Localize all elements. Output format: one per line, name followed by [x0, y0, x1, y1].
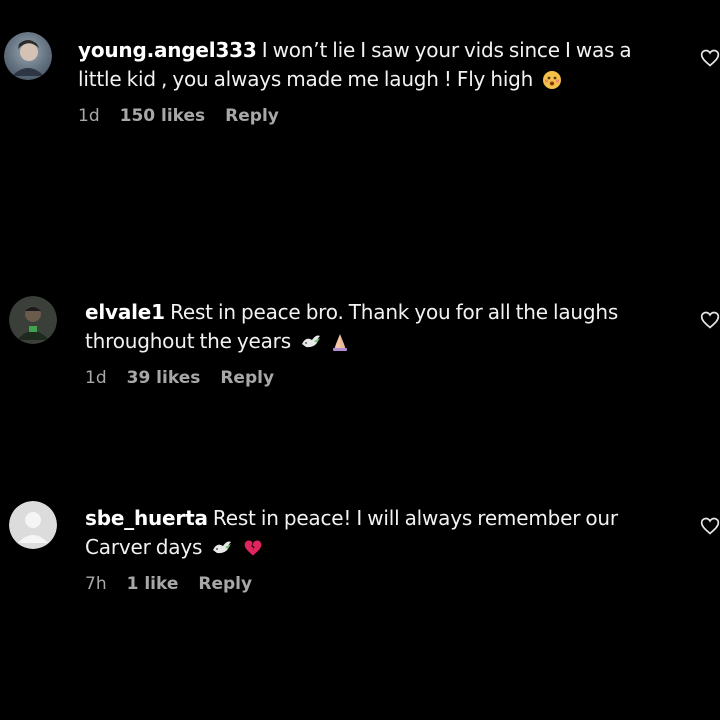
comment-text: sbe_huerta Rest in peace! I will always …	[85, 504, 685, 566]
comment-meta: 1d 150 likes Reply	[78, 106, 678, 126]
hot-face-emoji	[542, 69, 562, 98]
comment-body: elvale1 Rest in peace bro. Thank you for…	[85, 298, 685, 388]
comment-body: young.angel333 I won’t lie I saw your vi…	[78, 36, 678, 126]
timestamp: 1d	[85, 368, 107, 388]
username[interactable]: young.angel333	[78, 38, 257, 62]
broken-heart-emoji	[243, 537, 263, 566]
comment-meta: 7h 1 like Reply	[85, 574, 685, 594]
likes-count[interactable]: 39 likes	[127, 368, 201, 388]
reply-button[interactable]: Reply	[225, 106, 279, 126]
reply-button[interactable]: Reply	[220, 368, 274, 388]
dove-emoji	[300, 331, 322, 360]
heart-outline-icon[interactable]	[700, 48, 720, 68]
username[interactable]: elvale1	[85, 300, 165, 324]
comment-meta: 1d 39 likes Reply	[85, 368, 685, 388]
comment-text: young.angel333 I won’t lie I saw your vi…	[78, 36, 678, 98]
timestamp: 7h	[85, 574, 107, 594]
username[interactable]: sbe_huerta	[85, 506, 208, 530]
dove-emoji	[211, 537, 233, 566]
comment-text: elvale1 Rest in peace bro. Thank you for…	[85, 298, 685, 360]
avatar[interactable]	[9, 501, 57, 549]
timestamp: 1d	[78, 106, 100, 126]
avatar[interactable]	[4, 32, 52, 80]
heart-outline-icon[interactable]	[700, 516, 720, 536]
reply-button[interactable]: Reply	[198, 574, 252, 594]
praying-hands-emoji	[331, 331, 349, 360]
comment-body: sbe_huerta Rest in peace! I will always …	[85, 504, 685, 594]
avatar[interactable]	[9, 296, 57, 344]
heart-outline-icon[interactable]	[700, 310, 720, 330]
comment-message: Rest in peace bro. Thank you for all the…	[85, 300, 619, 353]
likes-count[interactable]: 150 likes	[120, 106, 206, 126]
likes-count[interactable]: 1 like	[127, 574, 179, 594]
